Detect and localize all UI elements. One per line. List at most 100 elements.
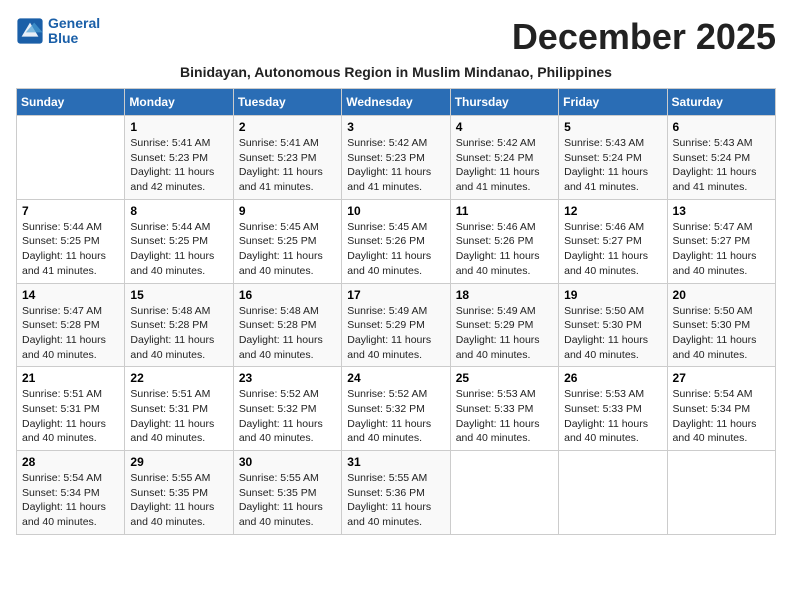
calendar-cell: 20Sunrise: 5:50 AMSunset: 5:30 PMDayligh…	[667, 283, 775, 367]
day-number: 30	[239, 455, 336, 469]
calendar-cell: 15 Sunrise: 5:48 AMSunset: 5:28 PMDayligh…	[125, 283, 233, 367]
calendar-cell: 7Sunrise: 5:44 AMSunset: 5:25 PMDaylight…	[17, 199, 125, 283]
day-info: Sunrise: 5:53 AMSunset: 5:33 PMDaylight:…	[456, 387, 553, 446]
day-number: 13	[673, 204, 770, 218]
calendar-cell	[559, 451, 667, 535]
day-info: Sunrise: 5:54 AMSunset: 5:34 PMDaylight:…	[22, 471, 119, 530]
calendar-cell: 9 Sunrise: 5:45 AMSunset: 5:25 PMDaylight…	[233, 199, 341, 283]
day-info: Sunrise: 5:55 AMSunset: 5:36 PMDaylight:…	[347, 471, 444, 530]
calendar-cell: 29 Sunrise: 5:55 AMSunset: 5:35 PMDayligh…	[125, 451, 233, 535]
calendar-cell: 11 Sunrise: 5:46 AMSunset: 5:26 PMDayligh…	[450, 199, 558, 283]
day-number: 29	[130, 455, 227, 469]
calendar-cell: 21Sunrise: 5:51 AMSunset: 5:31 PMDayligh…	[17, 367, 125, 451]
day-info: Sunrise: 5:54 AMSunset: 5:34 PMDaylight:…	[673, 387, 770, 446]
col-header-sunday: Sunday	[17, 89, 125, 116]
day-number: 3	[347, 120, 444, 134]
day-number: 5	[564, 120, 661, 134]
day-number: 22	[130, 371, 227, 385]
day-info: Sunrise: 5:48 AMSunset: 5:28 PMDaylight:…	[239, 304, 336, 363]
day-number: 19	[564, 288, 661, 302]
col-header-saturday: Saturday	[667, 89, 775, 116]
calendar-cell: 18 Sunrise: 5:49 AMSunset: 5:29 PMDayligh…	[450, 283, 558, 367]
day-info: Sunrise: 5:45 AMSunset: 5:25 PMDaylight:…	[239, 220, 336, 279]
calendar-cell: 25 Sunrise: 5:53 AMSunset: 5:33 PMDayligh…	[450, 367, 558, 451]
day-info: Sunrise: 5:47 AMSunset: 5:27 PMDaylight:…	[673, 220, 770, 279]
calendar-cell: 1 Sunrise: 5:41 AMSunset: 5:23 PMDaylight…	[125, 116, 233, 200]
day-number: 28	[22, 455, 119, 469]
day-number: 24	[347, 371, 444, 385]
calendar-cell: 24 Sunrise: 5:52 AMSunset: 5:32 PMDayligh…	[342, 367, 450, 451]
calendar-cell: 22 Sunrise: 5:51 AMSunset: 5:31 PMDayligh…	[125, 367, 233, 451]
day-number: 16	[239, 288, 336, 302]
logo-text: General Blue	[48, 16, 100, 47]
day-info: Sunrise: 5:49 AMSunset: 5:29 PMDaylight:…	[347, 304, 444, 363]
calendar-cell: 30 Sunrise: 5:55 AMSunset: 5:35 PMDayligh…	[233, 451, 341, 535]
calendar-cell: 4 Sunrise: 5:42 AMSunset: 5:24 PMDaylight…	[450, 116, 558, 200]
calendar-cell: 27Sunrise: 5:54 AMSunset: 5:34 PMDayligh…	[667, 367, 775, 451]
day-number: 11	[456, 204, 553, 218]
col-header-tuesday: Tuesday	[233, 89, 341, 116]
day-info: Sunrise: 5:50 AMSunset: 5:30 PMDaylight:…	[673, 304, 770, 363]
logo-icon	[16, 17, 44, 45]
day-number: 9	[239, 204, 336, 218]
day-number: 25	[456, 371, 553, 385]
calendar-subtitle: Binidayan, Autonomous Region in Muslim M…	[16, 64, 776, 80]
day-number: 18	[456, 288, 553, 302]
day-info: Sunrise: 5:46 AMSunset: 5:26 PMDaylight:…	[456, 220, 553, 279]
calendar-week-3: 14 Sunrise: 5:47 AMSunset: 5:28 PMDayligh…	[17, 283, 776, 367]
col-header-friday: Friday	[559, 89, 667, 116]
day-number: 10	[347, 204, 444, 218]
day-info: Sunrise: 5:55 AMSunset: 5:35 PMDaylight:…	[239, 471, 336, 530]
calendar-cell: 2Sunrise: 5:41 AMSunset: 5:23 PMDaylight…	[233, 116, 341, 200]
day-number: 15	[130, 288, 227, 302]
day-number: 12	[564, 204, 661, 218]
day-info: Sunrise: 5:55 AMSunset: 5:35 PMDaylight:…	[130, 471, 227, 530]
day-number: 8	[130, 204, 227, 218]
day-number: 4	[456, 120, 553, 134]
day-info: Sunrise: 5:47 AMSunset: 5:28 PMDaylight:…	[22, 304, 119, 363]
calendar-cell	[17, 116, 125, 200]
day-number: 6	[673, 120, 770, 134]
day-info: Sunrise: 5:43 AMSunset: 5:24 PMDaylight:…	[564, 136, 661, 195]
calendar-cell: 5 Sunrise: 5:43 AMSunset: 5:24 PMDaylight…	[559, 116, 667, 200]
day-info: Sunrise: 5:48 AMSunset: 5:28 PMDaylight:…	[130, 304, 227, 363]
day-info: Sunrise: 5:52 AMSunset: 5:32 PMDaylight:…	[239, 387, 336, 446]
day-info: Sunrise: 5:46 AMSunset: 5:27 PMDaylight:…	[564, 220, 661, 279]
day-number: 26	[564, 371, 661, 385]
day-number: 21	[22, 371, 119, 385]
day-info: Sunrise: 5:52 AMSunset: 5:32 PMDaylight:…	[347, 387, 444, 446]
day-info: Sunrise: 5:43 AMSunset: 5:24 PMDaylight:…	[673, 136, 770, 195]
day-number: 17	[347, 288, 444, 302]
day-number: 23	[239, 371, 336, 385]
day-info: Sunrise: 5:41 AMSunset: 5:23 PMDaylight:…	[239, 136, 336, 195]
calendar-cell	[667, 451, 775, 535]
day-info: Sunrise: 5:42 AMSunset: 5:24 PMDaylight:…	[456, 136, 553, 195]
calendar-cell: 8Sunrise: 5:44 AMSunset: 5:25 PMDaylight…	[125, 199, 233, 283]
day-number: 14	[22, 288, 119, 302]
calendar-cell: 10 Sunrise: 5:45 AMSunset: 5:26 PMDayligh…	[342, 199, 450, 283]
calendar-cell: 19Sunrise: 5:50 AMSunset: 5:30 PMDayligh…	[559, 283, 667, 367]
calendar-cell: 14 Sunrise: 5:47 AMSunset: 5:28 PMDayligh…	[17, 283, 125, 367]
calendar-cell: 12 Sunrise: 5:46 AMSunset: 5:27 PMDayligh…	[559, 199, 667, 283]
calendar-week-1: 1 Sunrise: 5:41 AMSunset: 5:23 PMDaylight…	[17, 116, 776, 200]
day-info: Sunrise: 5:45 AMSunset: 5:26 PMDaylight:…	[347, 220, 444, 279]
col-header-wednesday: Wednesday	[342, 89, 450, 116]
day-number: 1	[130, 120, 227, 134]
day-number: 7	[22, 204, 119, 218]
month-title: December 2025	[512, 16, 776, 58]
calendar-cell: 28 Sunrise: 5:54 AMSunset: 5:34 PMDayligh…	[17, 451, 125, 535]
calendar-week-5: 28 Sunrise: 5:54 AMSunset: 5:34 PMDayligh…	[17, 451, 776, 535]
calendar-cell: 3Sunrise: 5:42 AMSunset: 5:23 PMDaylight…	[342, 116, 450, 200]
calendar-cell: 6 Sunrise: 5:43 AMSunset: 5:24 PMDaylight…	[667, 116, 775, 200]
day-info: Sunrise: 5:53 AMSunset: 5:33 PMDaylight:…	[564, 387, 661, 446]
calendar-cell: 26 Sunrise: 5:53 AMSunset: 5:33 PMDayligh…	[559, 367, 667, 451]
day-info: Sunrise: 5:41 AMSunset: 5:23 PMDaylight:…	[130, 136, 227, 195]
calendar-cell: 23 Sunrise: 5:52 AMSunset: 5:32 PMDayligh…	[233, 367, 341, 451]
day-info: Sunrise: 5:49 AMSunset: 5:29 PMDaylight:…	[456, 304, 553, 363]
calendar-cell: 17 Sunrise: 5:49 AMSunset: 5:29 PMDayligh…	[342, 283, 450, 367]
calendar-table: SundayMondayTuesdayWednesdayThursdayFrid…	[16, 88, 776, 535]
day-info: Sunrise: 5:51 AMSunset: 5:31 PMDaylight:…	[130, 387, 227, 446]
calendar-cell: 16 Sunrise: 5:48 AMSunset: 5:28 PMDayligh…	[233, 283, 341, 367]
calendar-week-4: 21 Sunrise: 5:51 AMSunset: 5:31 PMDayligh…	[17, 367, 776, 451]
calendar-cell: 31Sunrise: 5:55 AMSunset: 5:36 PMDayligh…	[342, 451, 450, 535]
